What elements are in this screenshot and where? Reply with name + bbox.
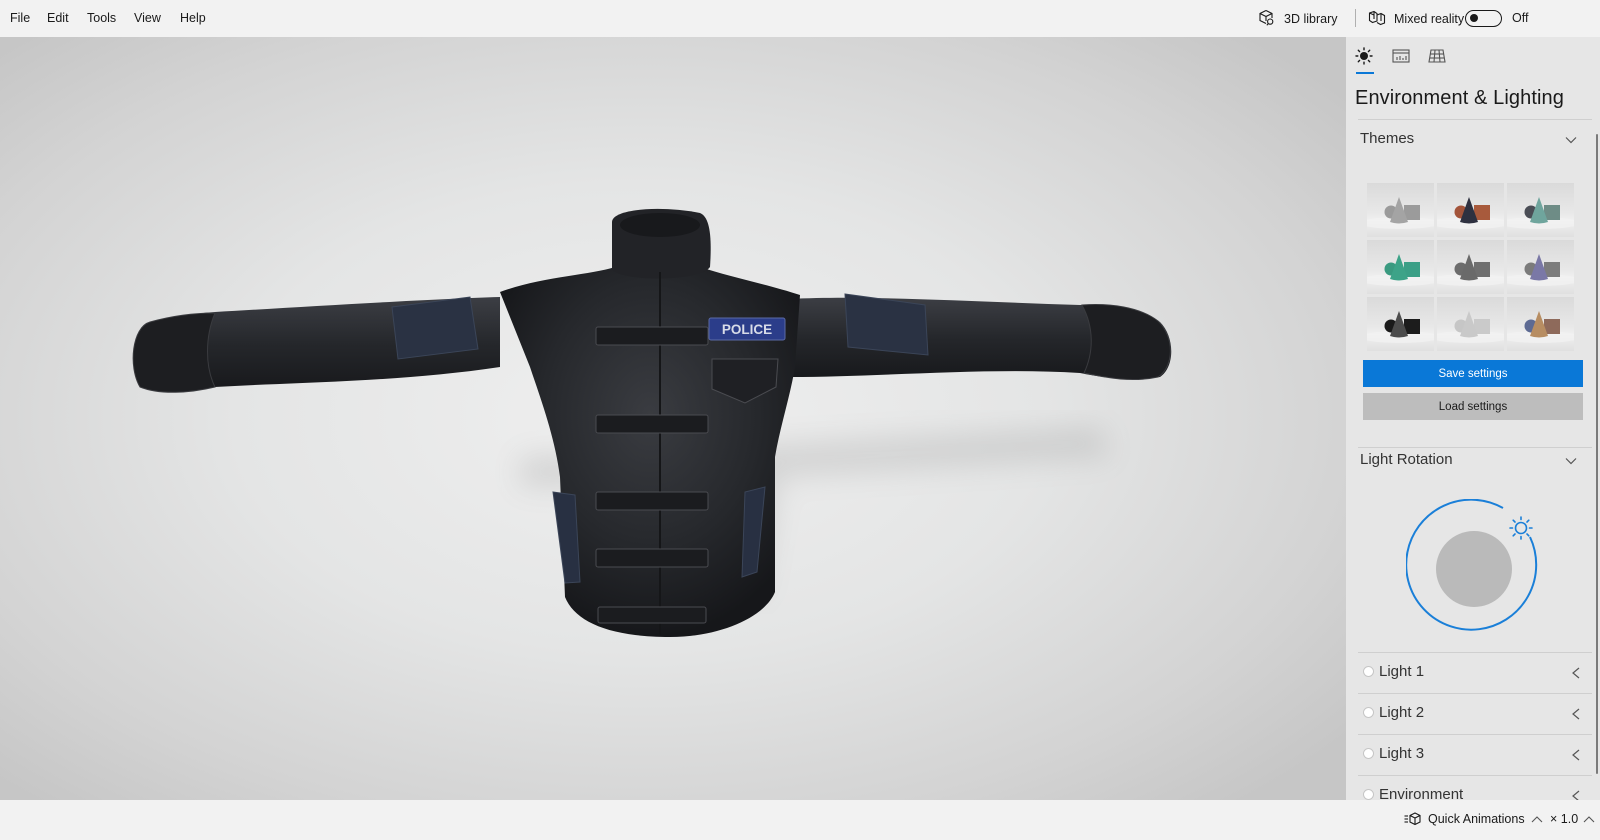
quick-animations-label: Quick Animations	[1428, 812, 1525, 826]
theme-tile-multicolor[interactable]	[1507, 297, 1574, 351]
light-rotation-dial[interactable]	[1406, 499, 1542, 635]
theme-tile-copper-navy[interactable]	[1437, 183, 1504, 237]
theme-tile-teal-slate[interactable]	[1507, 183, 1574, 237]
theme-preview-icon	[1437, 311, 1504, 343]
menu-edit[interactable]: Edit	[47, 11, 69, 25]
menu-view[interactable]: View	[134, 11, 161, 25]
left-shoulder-patch	[391, 296, 479, 360]
light-2-row[interactable]: Light 2	[1358, 693, 1592, 734]
menu-bar: File Edit Tools View Help 3D library Mix…	[0, 0, 1600, 37]
load-settings-button[interactable]: Load settings	[1363, 393, 1583, 420]
theme-tile-emerald[interactable]	[1367, 240, 1434, 294]
theme-preview-icon	[1367, 254, 1434, 286]
toolbar-divider	[1355, 9, 1356, 27]
panel-scrollbar[interactable]	[1596, 134, 1598, 774]
right-cuff	[1081, 304, 1171, 381]
mixed-reality-toggle[interactable]	[1465, 10, 1502, 27]
police-jacket-model[interactable]: POLICE	[0, 37, 1346, 800]
settings-panel: Environment & Lighting Themes Save setti…	[1346, 37, 1600, 800]
tab-stats-shading[interactable]	[1390, 45, 1412, 67]
divider	[1358, 119, 1592, 120]
theme-preview-icon	[1507, 254, 1574, 286]
light-3-row[interactable]: Light 3	[1358, 734, 1592, 775]
save-settings-button[interactable]: Save settings	[1363, 360, 1583, 387]
theme-preview-icon	[1437, 254, 1504, 286]
light-2-label: Light 2	[1379, 704, 1425, 721]
themes-grid	[1367, 183, 1575, 351]
light-1-row[interactable]: Light 1	[1358, 652, 1592, 693]
environment-radio[interactable]	[1363, 789, 1374, 800]
light-3-radio[interactable]	[1363, 748, 1374, 759]
panel-title: Environment & Lighting	[1355, 87, 1564, 109]
3d-library-button[interactable]: 3D library	[1258, 9, 1338, 29]
theme-tile-light-silver[interactable]	[1437, 297, 1504, 351]
stats-icon	[1392, 49, 1410, 63]
chevron-up-icon	[1583, 816, 1595, 823]
theme-tile-neutral-gray[interactable]	[1367, 183, 1434, 237]
theme-preview-icon	[1437, 197, 1504, 229]
mixed-reality-label: Mixed reality	[1394, 12, 1465, 26]
status-bar	[0, 800, 1600, 840]
animation-speed-button[interactable]: × 1.0	[1550, 812, 1595, 826]
theme-preview-icon	[1507, 197, 1574, 229]
chevron-left-icon[interactable]	[1570, 789, 1582, 800]
toggle-knob	[1470, 14, 1478, 22]
environment-row[interactable]: Environment	[1358, 775, 1592, 800]
chevron-left-icon[interactable]	[1570, 666, 1582, 680]
grid-icon	[1428, 49, 1446, 63]
menu-file[interactable]: File	[10, 11, 30, 25]
light-1-radio[interactable]	[1363, 666, 1374, 677]
tab-environment-lighting[interactable]	[1353, 45, 1375, 67]
divider	[1358, 447, 1592, 448]
theme-tile-violet-gray[interactable]	[1507, 240, 1574, 294]
sun-icon	[1355, 47, 1373, 65]
theme-tile-charcoal[interactable]	[1437, 240, 1504, 294]
light-rotation-section-header[interactable]: Light Rotation	[1360, 451, 1453, 468]
3d-library-icon	[1258, 9, 1276, 30]
sun-handle-icon[interactable]	[1509, 516, 1533, 540]
themes-section-header[interactable]: Themes	[1360, 130, 1414, 147]
quick-animations-button[interactable]: Quick Animations	[1404, 812, 1543, 826]
police-badge: POLICE	[708, 317, 786, 341]
theme-preview-icon	[1367, 197, 1434, 229]
chevron-left-icon[interactable]	[1570, 707, 1582, 721]
left-cuff	[132, 312, 216, 393]
chevron-down-icon[interactable]	[1564, 133, 1578, 147]
chevron-left-icon[interactable]	[1570, 748, 1582, 762]
environment-label: Environment	[1379, 786, 1464, 800]
active-tab-indicator	[1356, 72, 1374, 74]
animation-speed-label: × 1.0	[1550, 812, 1579, 826]
menu-help[interactable]: Help	[180, 11, 206, 25]
light-3-label: Light 3	[1379, 745, 1425, 762]
3d-library-label: 3D library	[1284, 12, 1338, 26]
mixed-reality-button[interactable]: Mixed reality	[1368, 9, 1464, 29]
chevron-down-icon[interactable]	[1564, 454, 1578, 468]
chevron-up-icon	[1531, 816, 1542, 823]
light-sphere	[1436, 531, 1512, 607]
tab-grid-views[interactable]	[1426, 45, 1448, 67]
police-badge-text: POLICE	[722, 322, 772, 337]
menu-tools[interactable]: Tools	[87, 11, 116, 25]
light-1-label: Light 1	[1379, 663, 1425, 680]
theme-preview-icon	[1507, 311, 1574, 343]
3d-viewport[interactable]: POLICE	[0, 37, 1346, 800]
theme-preview-icon	[1367, 311, 1434, 343]
mixed-reality-icon	[1368, 9, 1386, 30]
theme-tile-black[interactable]	[1367, 297, 1434, 351]
animation-icon	[1404, 812, 1421, 826]
light-2-radio[interactable]	[1363, 707, 1374, 718]
mixed-reality-state: Off	[1512, 11, 1529, 25]
